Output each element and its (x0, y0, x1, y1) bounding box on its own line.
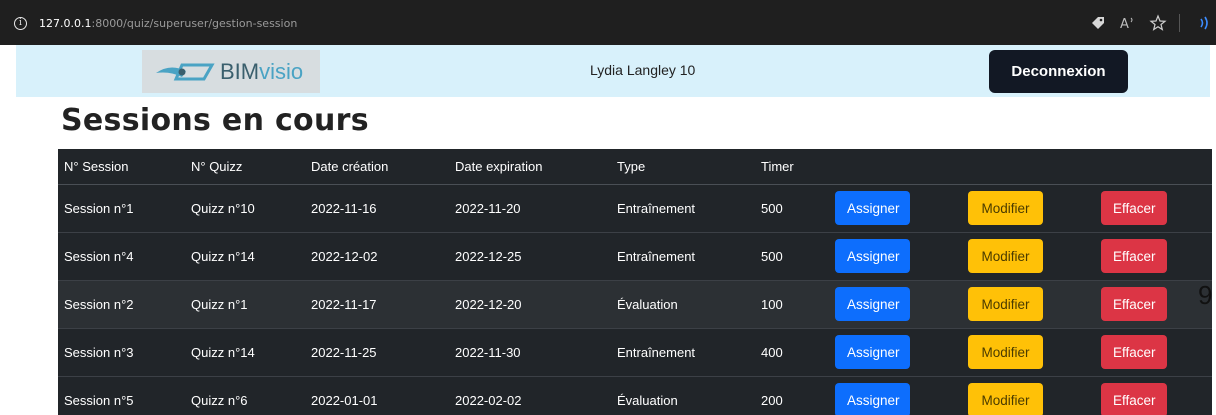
column-header-session: N° Session (58, 149, 185, 185)
assign-button[interactable]: Assigner (835, 335, 910, 369)
cell-session: Session n°3 (58, 328, 185, 377)
url-field[interactable]: i 127.0.0.1:8000/quiz/superuser/gestion-… (14, 13, 297, 33)
cell-timer: 500 (755, 232, 829, 281)
table-header-row: N° Session N° Quizz Date création Date e… (58, 149, 1212, 185)
cell-type: Évaluation (611, 376, 755, 415)
cell-type: Évaluation (611, 280, 755, 329)
cell-quiz: Quizz n°1 (185, 280, 305, 329)
url-host: 127.0.0.1 (39, 16, 92, 30)
assign-cell: Assigner (829, 232, 962, 281)
table-row: Session n°1 Quizz n°10 2022-11-16 2022-11-2… (58, 184, 1212, 233)
cell-expires: 2022-11-30 (449, 328, 611, 377)
logo-mark-icon (156, 63, 215, 80)
edit-cell: Modifier (962, 280, 1095, 329)
favorite-star-icon[interactable] (1147, 12, 1169, 34)
stray-number-text: 9 (1198, 280, 1213, 310)
column-header-created: Date création (305, 149, 449, 185)
cell-type: Entraînement (611, 184, 755, 233)
delete-cell: Effacer (1095, 376, 1212, 415)
table-row: Session n°5 Quizz n°6 2022-01-01 2022-02-02… (58, 376, 1212, 415)
toolbar-divider (1179, 14, 1180, 32)
assign-button[interactable]: Assigner (835, 191, 910, 225)
cell-session: Session n°4 (58, 232, 185, 281)
assign-cell: Assigner (829, 280, 962, 329)
browser-address-bar: i 127.0.0.1:8000/quiz/superuser/gestion-… (0, 0, 1216, 45)
info-icon[interactable]: i (14, 16, 27, 30)
extension-icon[interactable] (1194, 12, 1216, 34)
delete-cell: Effacer (1095, 328, 1212, 377)
cell-created: 2022-01-01 (305, 376, 449, 415)
cell-timer: 500 (755, 184, 829, 233)
column-header-type: Type (611, 149, 755, 185)
bimvisio-logo[interactable]: BIMvisio (142, 50, 320, 93)
column-header-expires: Date expiration (449, 149, 611, 185)
column-header-delete (1095, 149, 1212, 185)
delete-button[interactable]: Effacer (1101, 383, 1167, 415)
delete-button[interactable]: Effacer (1101, 239, 1167, 273)
page-title: Sessions en cours (61, 103, 369, 138)
cell-created: 2022-11-16 (305, 184, 449, 233)
edit-button[interactable]: Modifier (968, 239, 1043, 273)
cell-timer: 400 (755, 328, 829, 377)
read-aloud-icon[interactable]: A (1117, 12, 1139, 34)
cell-session: Session n°5 (58, 376, 185, 415)
delete-button[interactable]: Effacer (1101, 287, 1167, 321)
logout-button[interactable]: Deconnexion (989, 50, 1128, 93)
table-row: Session n°3 Quizz n°14 2022-11-25 2022-11-3… (58, 328, 1212, 377)
cell-type: Entraînement (611, 232, 755, 281)
delete-button[interactable]: Effacer (1101, 191, 1167, 225)
cell-expires: 2022-11-20 (449, 184, 611, 233)
cell-timer: 100 (755, 280, 829, 329)
edit-cell: Modifier (962, 328, 1095, 377)
logo-text: BIMvisio (220, 58, 304, 84)
tag-icon[interactable] (1087, 12, 1109, 34)
table-row: Session n°4 Quizz n°14 2022-12-02 2022-12-2… (58, 232, 1212, 281)
cell-quiz: Quizz n°14 (185, 328, 305, 377)
cell-quiz: Quizz n°14 (185, 232, 305, 281)
cell-expires: 2022-02-02 (449, 376, 611, 415)
assign-button[interactable]: Assigner (835, 287, 910, 321)
table-row: Session n°2 Quizz n°1 2022-11-17 2022-12-20… (58, 280, 1212, 329)
cell-session: Session n°1 (58, 184, 185, 233)
edit-cell: Modifier (962, 184, 1095, 233)
cell-expires: 2022-12-20 (449, 280, 611, 329)
site-header: BIMvisio Lydia Langley 10 Deconnexion (16, 45, 1210, 97)
edit-cell: Modifier (962, 376, 1095, 415)
delete-button[interactable]: Effacer (1101, 335, 1167, 369)
cell-created: 2022-11-17 (305, 280, 449, 329)
delete-cell: Effacer (1095, 184, 1212, 233)
browser-toolbar-icons: A (1079, 12, 1216, 34)
column-header-edit (962, 149, 1095, 185)
cell-type: Entraînement (611, 328, 755, 377)
current-user-name: Lydia Langley 10 (590, 62, 696, 78)
column-header-quiz: N° Quizz (185, 149, 305, 185)
cell-quiz: Quizz n°6 (185, 376, 305, 415)
edit-cell: Modifier (962, 232, 1095, 281)
edit-button[interactable]: Modifier (968, 287, 1043, 321)
delete-cell: Effacer (1095, 280, 1212, 329)
cell-created: 2022-12-02 (305, 232, 449, 281)
assign-cell: Assigner (829, 184, 962, 233)
cell-quiz: Quizz n°10 (185, 184, 305, 233)
column-header-assign (829, 149, 962, 185)
svg-text:A: A (1120, 17, 1129, 31)
url-path: :8000/quiz/superuser/gestion-session (91, 16, 298, 30)
edit-button[interactable]: Modifier (968, 383, 1043, 415)
cell-session: Session n°2 (58, 280, 185, 329)
assign-cell: Assigner (829, 376, 962, 415)
column-header-timer: Timer (755, 149, 829, 185)
assign-button[interactable]: Assigner (835, 239, 910, 273)
delete-cell: Effacer (1095, 232, 1212, 281)
cell-timer: 200 (755, 376, 829, 415)
assign-cell: Assigner (829, 328, 962, 377)
cell-created: 2022-11-25 (305, 328, 449, 377)
sessions-table: N° Session N° Quizz Date création Date e… (58, 149, 1212, 415)
assign-button[interactable]: Assigner (835, 383, 910, 415)
cell-expires: 2022-12-25 (449, 232, 611, 281)
edit-button[interactable]: Modifier (968, 335, 1043, 369)
edit-button[interactable]: Modifier (968, 191, 1043, 225)
